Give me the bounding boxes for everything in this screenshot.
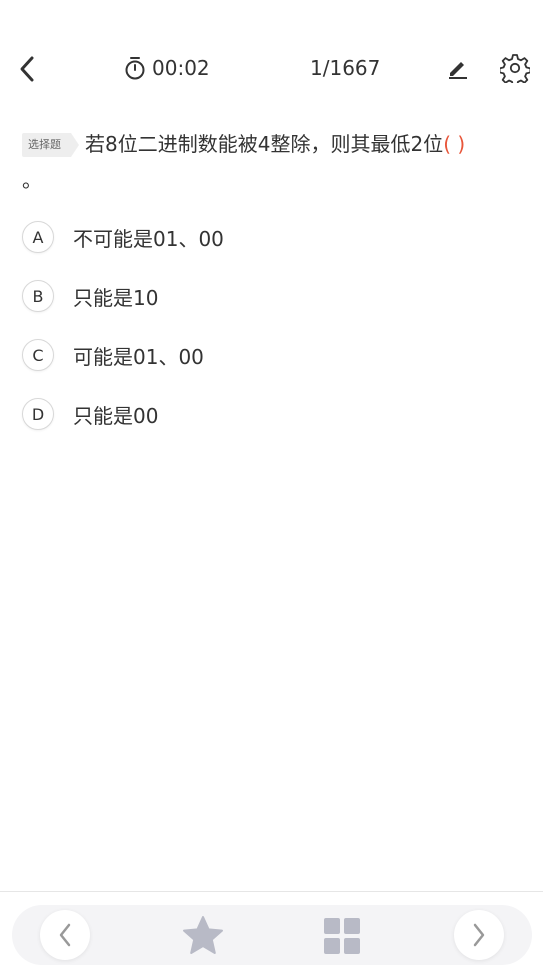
option-letter: D [22, 398, 54, 430]
question-counter: 1/1667 [310, 56, 381, 80]
chevron-left-icon [59, 923, 71, 947]
stopwatch-icon [125, 57, 145, 80]
option-text: 可能是01、00 [73, 344, 204, 369]
timer-value: 00:02 [152, 56, 210, 80]
answer-sheet-button[interactable] [323, 917, 361, 955]
option-letter: C [22, 339, 54, 371]
option-letter: B [22, 280, 54, 312]
option-text: 只能是10 [73, 285, 159, 310]
option-a[interactable]: A 不可能是01、00 [22, 218, 522, 256]
chevron-right-icon [473, 923, 485, 947]
option-d[interactable]: D 只能是00 [22, 395, 522, 433]
back-button[interactable] [12, 52, 42, 86]
favorite-button[interactable] [180, 914, 226, 958]
question-stem: 选择题 若8位二进制数能被4整除，则其最低2位( ) 。 [22, 126, 514, 198]
grid-icon [324, 918, 360, 954]
pencil-icon [449, 62, 467, 79]
top-bar: 00:02 1/1667 [0, 40, 543, 98]
options-list: A 不可能是01、00 B 只能是10 C 可能是01、00 D 只能是00 [22, 218, 522, 454]
next-question-button[interactable] [454, 910, 504, 960]
edit-button[interactable] [444, 54, 472, 82]
timer: 00:02 [124, 53, 210, 83]
option-c[interactable]: C 可能是01、00 [22, 336, 522, 374]
question-text: 若8位二进制数能被4整除，则其最低2位 [85, 132, 444, 156]
chevron-left-icon [20, 56, 34, 82]
option-text: 不可能是01、00 [73, 226, 224, 251]
gear-icon [500, 54, 530, 83]
option-text: 只能是00 [73, 403, 159, 428]
option-letter: A [22, 221, 54, 253]
question-type-badge: 选择题 [22, 133, 79, 157]
footer-divider [0, 891, 543, 892]
star-icon [183, 916, 223, 954]
previous-question-button[interactable] [40, 910, 90, 960]
answer-blank: ( ) [443, 132, 466, 156]
settings-button[interactable] [499, 52, 531, 84]
question-ending: 。 [22, 168, 42, 192]
option-b[interactable]: B 只能是10 [22, 277, 522, 315]
